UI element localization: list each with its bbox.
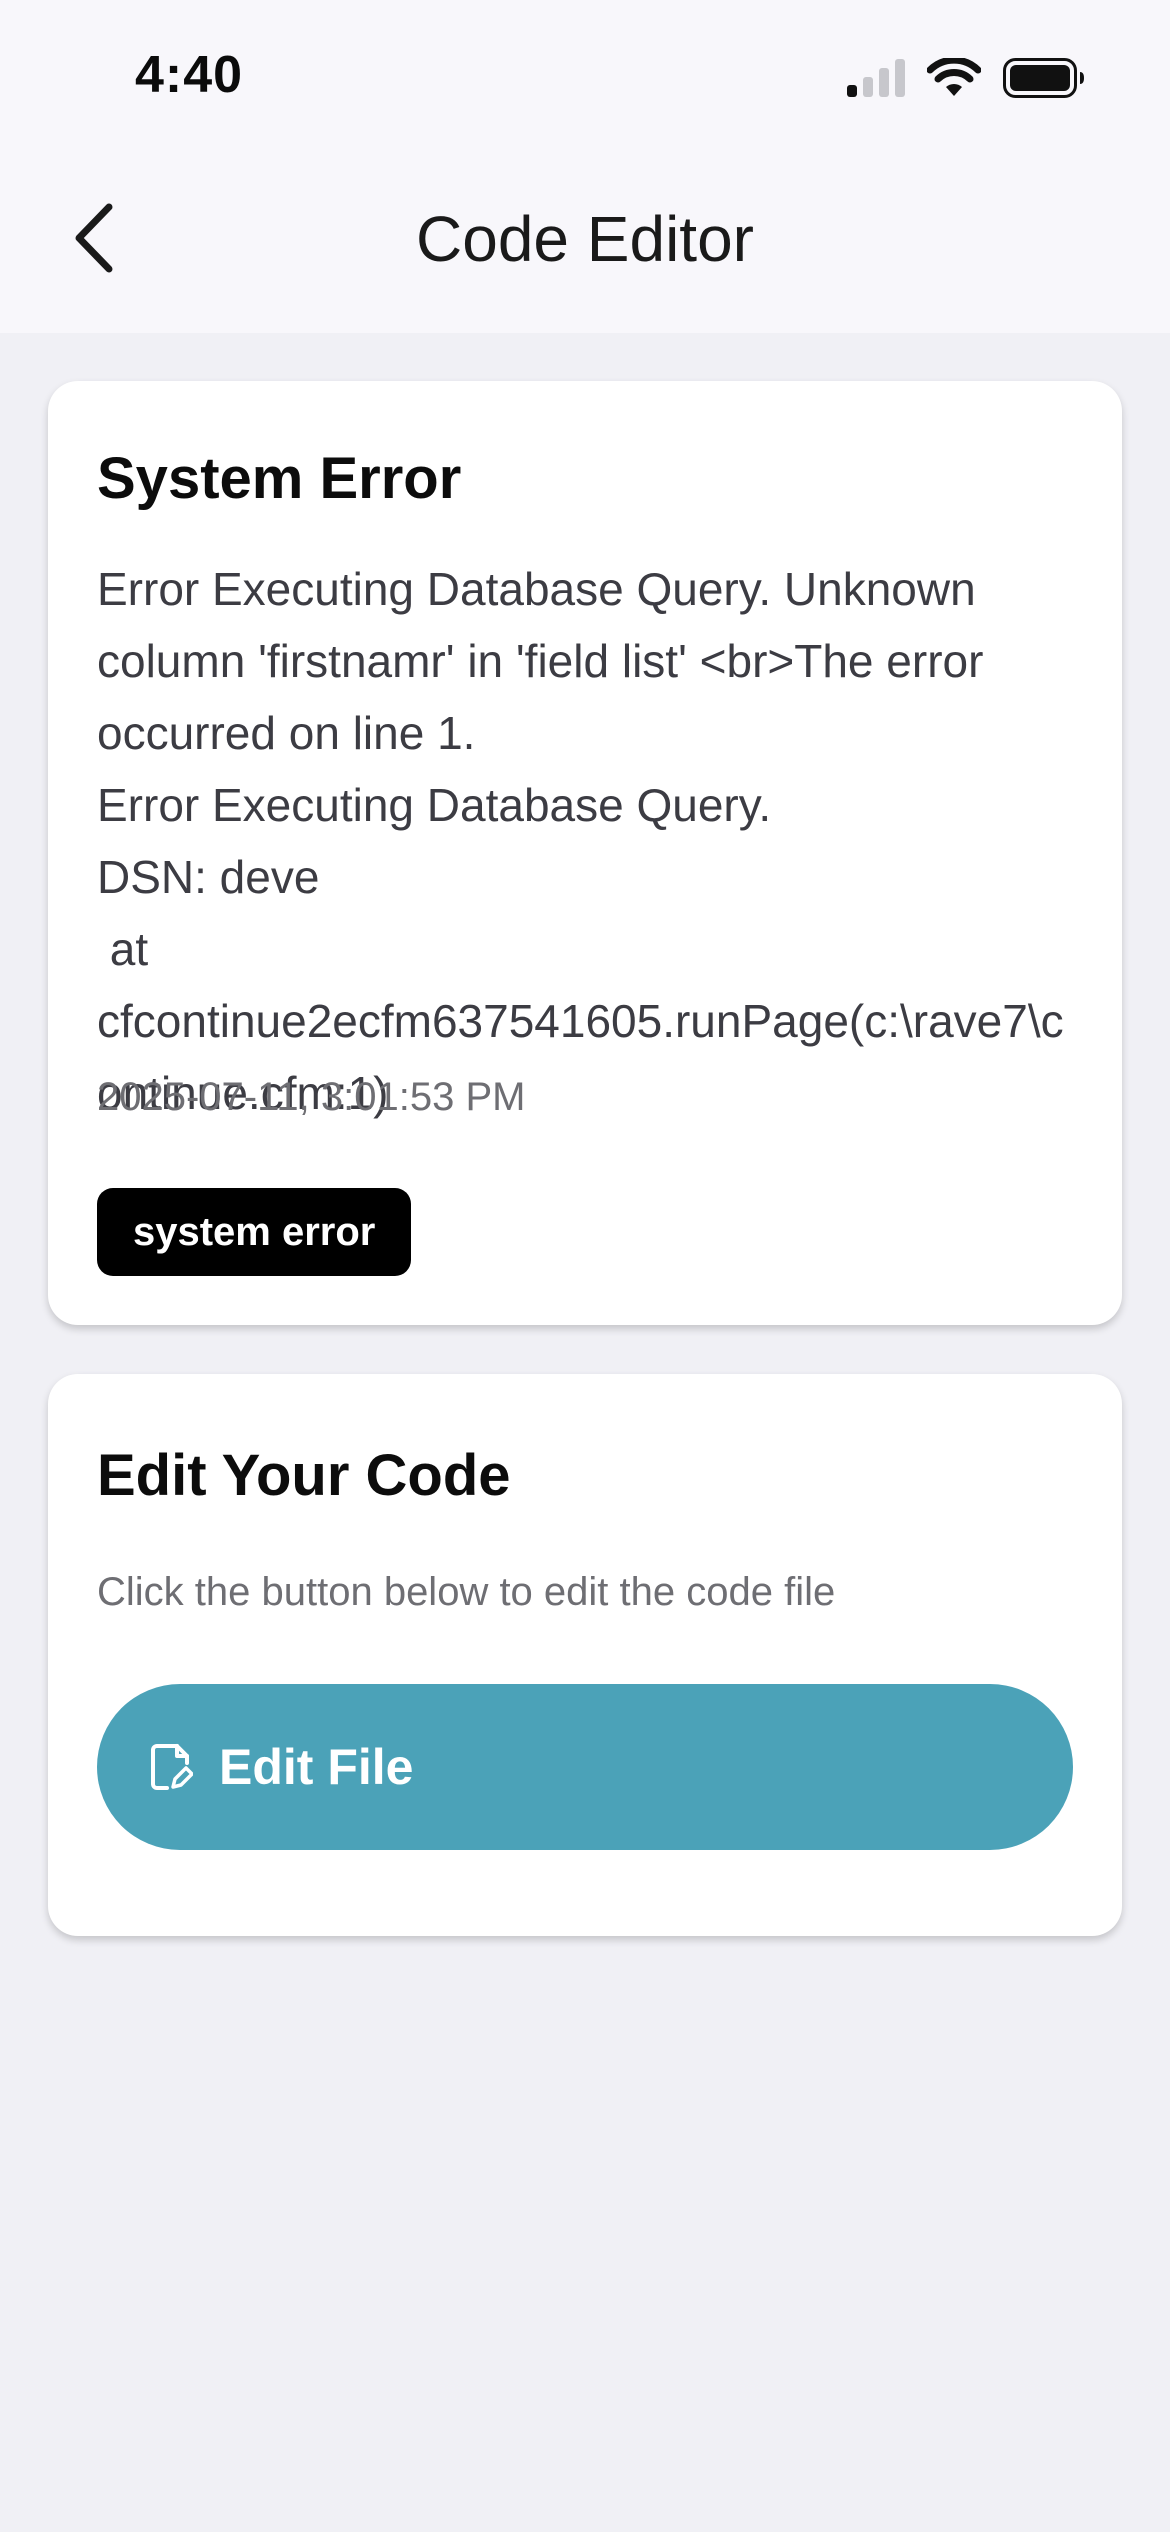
cellular-signal-icon [847, 59, 905, 102]
edit-file-button[interactable]: Edit File [97, 1684, 1073, 1850]
error-card-title: System Error [97, 446, 462, 511]
edit-card-description: Click the button below to edit the code … [97, 1570, 836, 1614]
battery-icon [1003, 58, 1085, 103]
edit-file-icon [149, 1743, 193, 1791]
edit-card-title: Edit Your Code [97, 1443, 511, 1508]
edit-code-card: Edit Your Code Click the button below to… [48, 1374, 1122, 1936]
wifi-icon [926, 56, 982, 103]
status-icons [847, 56, 1085, 103]
status-time: 4:40 [135, 46, 244, 104]
page-title: Code Editor [416, 203, 754, 275]
edit-file-button-label: Edit File [219, 1739, 414, 1795]
status-bar: 4:40 [0, 0, 1170, 150]
error-message: Error Executing Database Query. Unknown … [97, 563, 1064, 1119]
navigation-bar: Code Editor [0, 150, 1170, 333]
error-type-badge: system error [97, 1188, 412, 1276]
error-timestamp: 2025-07-11, 3:01:53 PM [97, 1075, 526, 1119]
system-error-card: System Error Error Executing Database Qu… [48, 381, 1122, 1325]
